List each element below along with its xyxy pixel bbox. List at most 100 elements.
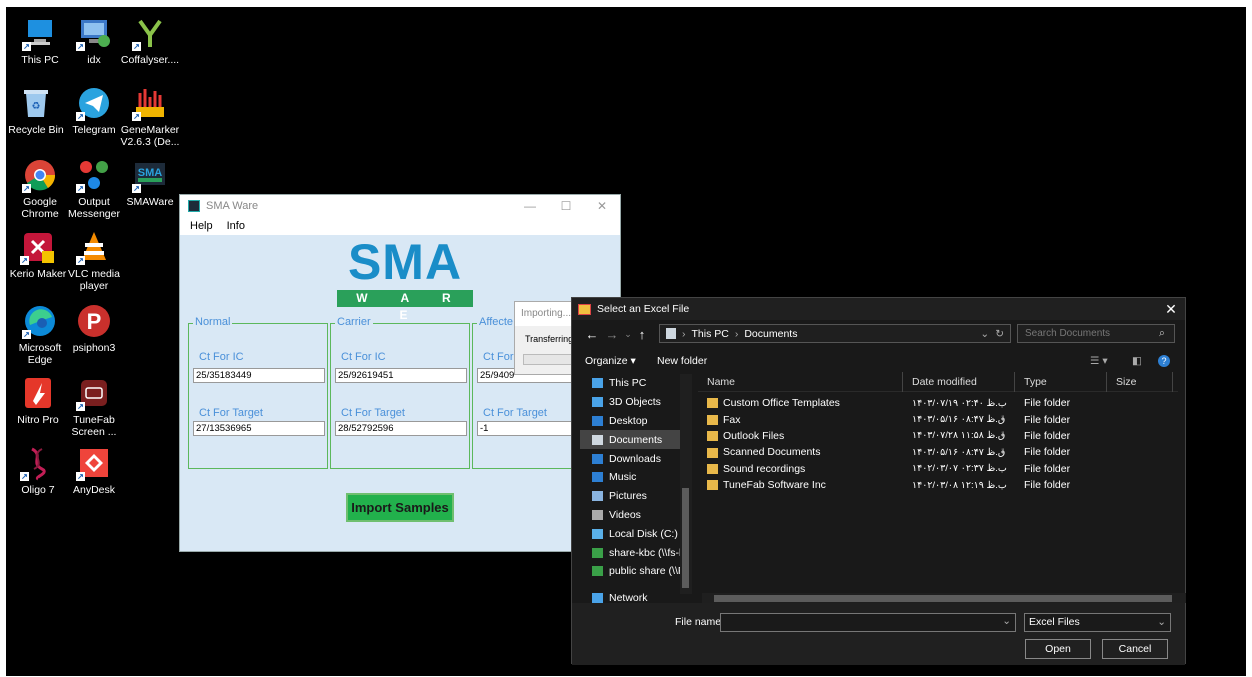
file-type: File folder — [1024, 413, 1071, 426]
nav-item-label: public share (\\F — [609, 565, 685, 578]
ct-target-input[interactable]: 28/52792596 — [335, 421, 467, 436]
file-row[interactable]: Sound recordings ۱۴۰۲/۰۳/۰۷ ب.ظ ۰۲:۳۷ File… — [698, 461, 1178, 477]
scroll-thumb[interactable] — [682, 488, 689, 588]
nav-item[interactable]: Desktop — [580, 412, 692, 431]
ct-ic-input[interactable]: 25/35183449 — [193, 368, 325, 383]
breadcrumb-this-pc[interactable]: This PC — [692, 328, 729, 340]
file-type: File folder — [1024, 479, 1071, 492]
organize-menu[interactable]: Organize ▾ — [585, 355, 636, 367]
menu-help[interactable]: Help — [190, 220, 213, 232]
minimize-icon[interactable]: — — [512, 199, 548, 213]
documents-icon — [592, 434, 603, 445]
back-arrow-icon[interactable]: ← — [582, 327, 602, 342]
videos-icon — [592, 509, 603, 520]
help-icon[interactable]: ? — [1158, 355, 1170, 367]
recent-chevron-icon[interactable]: ⌄ — [622, 329, 634, 340]
file-row[interactable]: Scanned Documents ۱۴۰۳/۰۵/۱۶ ق.ظ ۰۸:۴۷ Fil… — [698, 444, 1178, 460]
desktop-icon-genemarker[interactable]: ↗ GeneMarker V2.6.3 (De... — [118, 85, 182, 148]
disk-icon — [592, 528, 603, 539]
import-samples-button[interactable]: Import Samples — [346, 493, 454, 522]
nav-scrollbar[interactable] — [680, 374, 692, 594]
search-icon[interactable]: ⌕ — [1159, 327, 1165, 340]
file-date: ۱۴۰۳/۰۵/۱۶ ق.ظ ۰۸:۴۷ — [912, 446, 1006, 458]
preview-pane-icon[interactable]: ◧ — [1132, 355, 1142, 367]
column-type[interactable]: Type — [1015, 371, 1107, 392]
chrome-icon: ↗ — [22, 157, 58, 193]
file-row[interactable]: TuneFab Software Inc ۱۴۰۲/۰۳/۰۸ ب.ظ ۱۲:۱۹… — [698, 477, 1178, 493]
desktop-icon-kerio[interactable]: ↗ Kerio Maker — [6, 229, 70, 280]
column-date-modified[interactable]: Date modified — [903, 371, 1015, 392]
ct-target-label: Ct For Target — [483, 407, 547, 419]
svg-text:P: P — [87, 309, 102, 334]
nav-item[interactable]: share-kbc (\\fs-l — [580, 543, 692, 562]
refresh-icon[interactable]: ↻ — [995, 328, 1010, 340]
nav-item[interactable]: 3D Objects — [580, 393, 692, 412]
close-icon[interactable]: ✕ — [1157, 301, 1185, 318]
icon-label: Google Chrome — [21, 196, 59, 220]
nav-item[interactable]: Local Disk (C:) — [580, 524, 692, 543]
maximize-icon[interactable]: ☐ — [548, 199, 584, 213]
close-icon[interactable]: ✕ — [584, 199, 620, 213]
view-options-icon[interactable]: ☰ ▾ — [1090, 355, 1108, 367]
desktop-icon-tunefab[interactable]: ↗ TuneFab Screen ... — [62, 375, 126, 438]
desktop-icon-oligo[interactable]: ↗ Oligo 7 — [6, 445, 70, 496]
dialog-bottom-bar: File name: ⌄ Excel Files ⌄ Open Cancel — [572, 603, 1185, 665]
desktop-icon-output-messenger[interactable]: ↗ Output Messenger — [62, 157, 126, 220]
scroll-thumb[interactable] — [714, 595, 1172, 602]
nav-item[interactable]: Documents — [580, 430, 692, 450]
file-name: Scanned Documents — [723, 446, 821, 459]
column-size[interactable]: Size — [1107, 371, 1173, 392]
file-row[interactable]: Custom Office Templates ۱۴۰۳/۰۷/۱۹ ب.ظ ۰۲… — [698, 395, 1178, 411]
desktop-icon-telegram[interactable]: ↗ Telegram — [62, 85, 126, 136]
new-folder-button[interactable]: New folder — [657, 355, 707, 367]
chevron-down-icon[interactable]: ⌄ — [1157, 614, 1166, 631]
nav-item[interactable]: This PC — [580, 374, 692, 393]
importing-dialog: Importing... Transferring — [514, 301, 583, 375]
coffalyser-icon: ↗ — [132, 15, 168, 51]
address-bar[interactable]: › This PC › Documents ⌄ ↻ — [659, 324, 1011, 343]
desktop-icon-anydesk[interactable]: ↗ AnyDesk — [62, 445, 126, 496]
search-input[interactable]: Search Documents — [1017, 324, 1175, 343]
icon-label: psiphon3 — [72, 342, 116, 354]
desktop-icon-vlc[interactable]: ↗ VLC media player — [62, 229, 126, 292]
dialog-title-bar[interactable]: Select an Excel File ✕ — [572, 298, 1185, 320]
desktop-icon-coffalyser[interactable]: ↗ Coffalyser.... — [118, 15, 182, 66]
breadcrumb-documents[interactable]: Documents — [744, 328, 797, 340]
icon-label: Output Messenger — [68, 196, 120, 220]
file-row[interactable]: Fax ۱۴۰۳/۰۵/۱۶ ق.ظ ۰۸:۴۷ File folder — [698, 411, 1178, 427]
nav-item[interactable]: Videos — [580, 506, 692, 525]
forward-arrow-icon[interactable]: → — [602, 327, 622, 342]
sma-title-bar[interactable]: SMA Ware — ☐ ✕ — [180, 195, 620, 217]
file-row[interactable]: Outlook Files ۱۴۰۳/۰۷/۲۸ ق.ظ ۱۱:۵۸ File fo… — [698, 428, 1178, 444]
nav-item[interactable]: public share (\\F — [580, 562, 692, 581]
file-type: File folder — [1024, 446, 1071, 459]
chevron-down-icon[interactable]: ⌄ — [1002, 615, 1011, 627]
group-carrier: Carrier Ct For IC 25/92619451 Ct For Tar… — [330, 316, 470, 469]
desktop-icon-psiphon[interactable]: P psiphon3 — [62, 303, 126, 354]
nav-item[interactable]: Music — [580, 468, 692, 487]
ct-ic-input[interactable]: 25/92619451 — [335, 368, 467, 383]
desktop-icon-recycle-bin[interactable]: ♻ Recycle Bin — [4, 85, 68, 136]
chevron-down-icon[interactable]: ⌄ — [980, 328, 989, 340]
file-dialog: Select an Excel File ✕ ← → ⌄ ↑ › This PC… — [571, 297, 1186, 665]
up-arrow-icon[interactable]: ↑ — [634, 327, 650, 342]
menu-info[interactable]: Info — [227, 220, 245, 232]
documents-folder-icon — [666, 328, 676, 339]
nav-item[interactable]: Downloads — [580, 449, 692, 468]
desktop-icon-smaware[interactable]: SMA ↗ SMAWare — [118, 157, 182, 208]
filetype-select[interactable]: Excel Files ⌄ — [1024, 613, 1171, 632]
open-button[interactable]: Open — [1025, 639, 1091, 659]
horizontal-scrollbar[interactable] — [702, 593, 1186, 603]
file-name: Sound recordings — [723, 462, 806, 475]
filename-input[interactable]: ⌄ — [720, 613, 1016, 632]
genemarker-icon: ↗ — [132, 85, 168, 121]
nav-item[interactable]: Pictures — [580, 487, 692, 506]
desktop-icon-nitro[interactable]: Nitro Pro — [6, 375, 70, 426]
cancel-button[interactable]: Cancel — [1102, 639, 1168, 659]
file-type: File folder — [1024, 397, 1071, 410]
ct-target-input[interactable]: 27/13536965 — [193, 421, 325, 436]
sma-logo-text: SMA — [347, 234, 463, 290]
folder-icon — [707, 414, 718, 425]
desktop-icon-idx[interactable]: ↗ idx — [62, 15, 126, 66]
column-name[interactable]: Name — [698, 371, 903, 392]
